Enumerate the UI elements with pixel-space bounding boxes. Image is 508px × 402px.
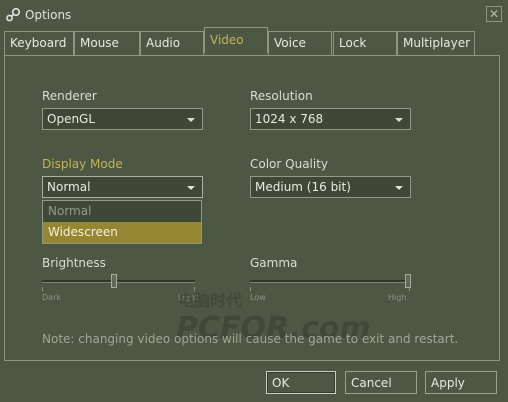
close-icon: ✕ (488, 7, 500, 21)
resolution-select[interactable]: 1024 x 768 (250, 108, 411, 130)
apply-button[interactable]: Apply (425, 371, 497, 394)
tab-audio[interactable]: Audio (140, 31, 204, 55)
options-window: Options ✕ Keyboard Mouse Audio Video Voi… (0, 0, 508, 402)
color-quality-select[interactable]: Medium (16 bit) (250, 176, 411, 198)
chevron-down-icon (187, 118, 195, 122)
chevron-down-icon (395, 186, 403, 190)
window-title: Options (25, 8, 72, 22)
resolution-value: 1024 x 768 (255, 112, 324, 126)
cancel-button[interactable]: Cancel (345, 371, 417, 394)
color-quality-value: Medium (16 bit) (255, 180, 351, 194)
tab-keyboard[interactable]: Keyboard (4, 31, 74, 55)
close-button[interactable]: ✕ (486, 6, 502, 22)
renderer-select[interactable]: OpenGL (42, 108, 203, 130)
renderer-value: OpenGL (47, 112, 96, 126)
tab-mouse[interactable]: Mouse (74, 31, 140, 55)
dropdown-option-widescreen[interactable]: Widescreen (43, 222, 201, 243)
display-mode-select[interactable]: Normal (42, 176, 203, 198)
gamma-label: Gamma (250, 256, 298, 270)
brightness-slider-thumb[interactable] (111, 274, 117, 288)
title-bar[interactable]: Options ✕ (0, 0, 508, 30)
tab-bar: Keyboard Mouse Audio Video Voice Lock Mu… (4, 27, 508, 55)
gamma-max-label: High (388, 293, 407, 302)
brightness-max-label: Light (178, 293, 198, 302)
steam-logo-icon (6, 7, 21, 22)
slider-tick (250, 287, 251, 291)
slider-tick (42, 287, 43, 291)
display-mode-label: Display Mode (42, 157, 123, 171)
chevron-down-icon (187, 186, 195, 190)
gamma-slider-track[interactable] (250, 280, 410, 283)
color-quality-label: Color Quality (250, 157, 329, 171)
display-mode-dropdown: Normal Widescreen (42, 200, 202, 244)
gamma-min-label: Low (250, 293, 266, 302)
dropdown-option-normal[interactable]: Normal (43, 201, 201, 222)
slider-tick (194, 287, 195, 291)
brightness-label: Brightness (42, 256, 106, 270)
tab-lock[interactable]: Lock (333, 31, 397, 55)
ok-button[interactable]: OK (266, 371, 336, 394)
display-mode-value: Normal (47, 180, 91, 194)
tab-voice[interactable]: Voice (268, 31, 332, 55)
gamma-slider-thumb[interactable] (405, 274, 411, 288)
tab-multiplayer[interactable]: Multiplayer (397, 31, 475, 55)
tab-video[interactable]: Video (204, 27, 268, 53)
restart-note: Note: changing video options will cause … (42, 332, 459, 346)
chevron-down-icon (395, 118, 403, 122)
resolution-label: Resolution (250, 89, 313, 103)
brightness-min-label: Dark (42, 293, 61, 302)
renderer-label: Renderer (42, 89, 97, 103)
brightness-slider-track[interactable] (42, 280, 195, 283)
